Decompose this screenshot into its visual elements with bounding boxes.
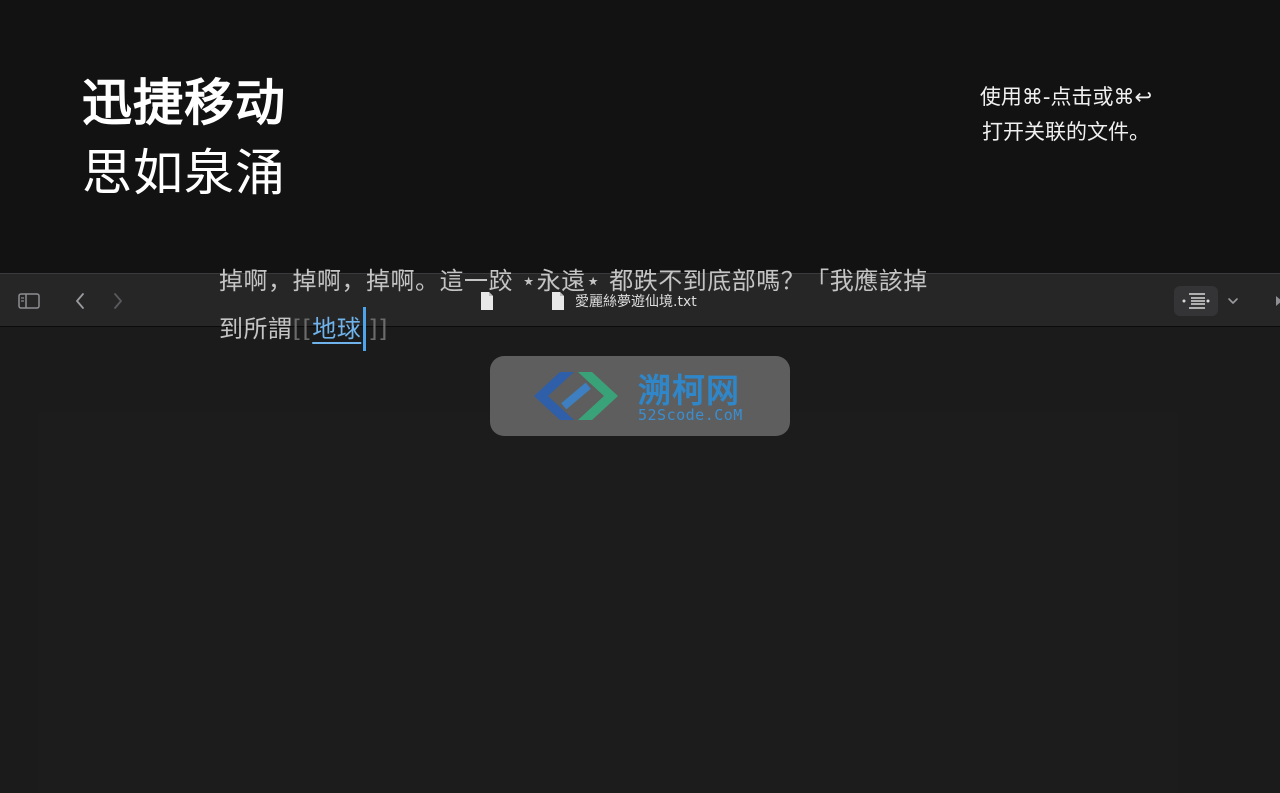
line-2-prefix: 到所謂: [219, 315, 293, 343]
play-icon: [1276, 296, 1280, 306]
chevron-down-icon: [1228, 298, 1238, 304]
open-bracket: [[: [292, 315, 313, 343]
chevron-left-icon: [76, 293, 84, 309]
watermark-domain: 52Scode.CoM: [638, 406, 743, 424]
hero-tip-line-2: 打开关联的文件。: [982, 120, 1150, 144]
watermark-logo-icon: [534, 372, 618, 420]
editor-line-1: 掉啊，掉啊，掉啊。這一跤 ⋆永遠⋆ 都跌不到底部嗎？「我應該掉: [219, 267, 928, 295]
hero-title: 迅捷移动: [82, 74, 286, 132]
outline-menu-button[interactable]: [1222, 288, 1244, 314]
hero-tip-line-1: 使用⌘-点击或⌘↩: [979, 85, 1153, 109]
more-button[interactable]: [1268, 288, 1280, 314]
text-caret: [363, 307, 367, 351]
hero-tip: 使用⌘-点击或⌘↩ 打开关联的文件。: [936, 80, 1196, 150]
sidebar-toggle-button[interactable]: [14, 288, 44, 314]
chevron-right-icon: [114, 293, 122, 309]
watermark: 溯柯网 52Scode.CoM: [490, 356, 790, 436]
sidebar-icon: [18, 293, 40, 309]
hero-subtitle: 思如泉涌: [82, 144, 286, 202]
wiki-link[interactable]: 地球: [312, 315, 361, 343]
close-bracket: ]]: [368, 315, 388, 343]
editor-text[interactable]: 掉啊，掉啊，掉啊。這一跤 ⋆永遠⋆ 都跌不到底部嗎？「我應該掉 到所謂[[地球]…: [219, 257, 1069, 353]
editor-canvas[interactable]: [38, 412, 1178, 793]
back-button[interactable]: [68, 288, 92, 314]
outline-icon: [1182, 293, 1210, 309]
hero-banner: 迅捷移动 思如泉涌 使用⌘-点击或⌘↩ 打开关联的文件。: [0, 0, 1280, 273]
editor-line-2: 到所謂[[地球]]: [219, 305, 1069, 353]
outline-button[interactable]: [1174, 286, 1218, 316]
forward-button[interactable]: [106, 288, 130, 314]
watermark-name: 溯柯网: [638, 371, 740, 410]
